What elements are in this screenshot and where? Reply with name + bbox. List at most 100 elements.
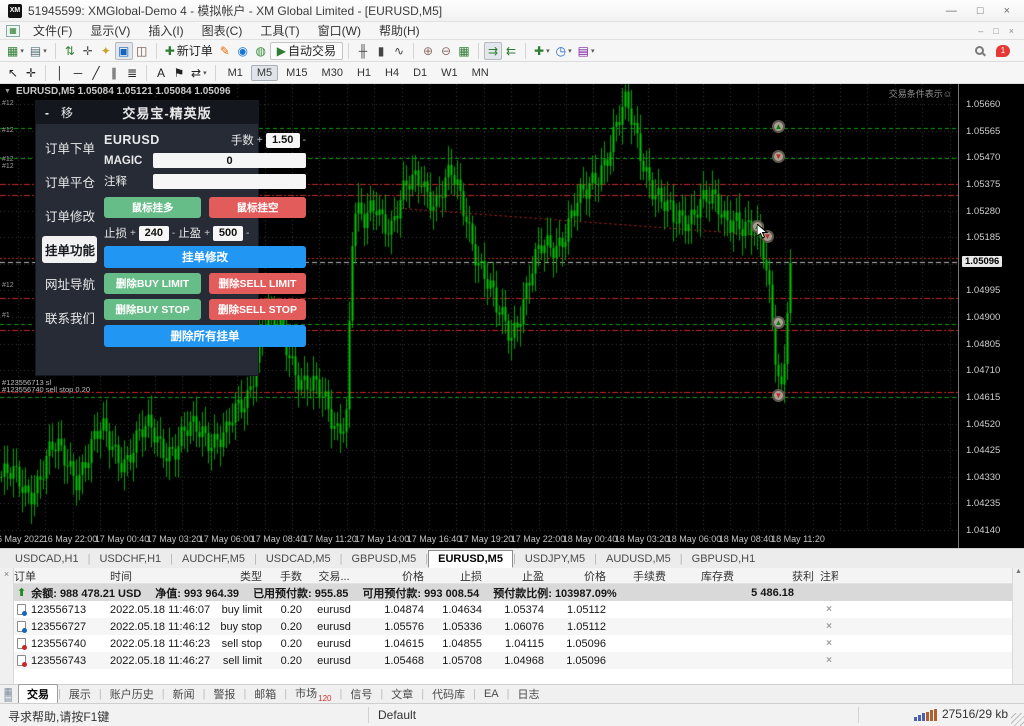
autotrading-button[interactable]: ▶自动交易 [270,42,343,60]
terminal-tab-10[interactable]: EA [476,687,507,701]
auto-scroll-button[interactable]: ⇉ [484,42,502,60]
terminal-tab-1[interactable]: 展示 [61,685,99,703]
panel-move-button[interactable]: 移 [61,104,73,121]
arrows-button[interactable]: ⇄▾ [188,64,210,82]
indicators-button[interactable]: ✚▾ [531,42,553,60]
close-order-button[interactable]: × [820,621,838,632]
terminal-tab-11[interactable]: 日志 [510,685,548,703]
maximize-button[interactable]: □ [977,5,984,17]
comment-input[interactable] [153,174,306,189]
child-restore-button[interactable]: □ [993,26,998,36]
menu-window[interactable]: 窗口(W) [309,23,370,39]
timeframe-h1[interactable]: H1 [351,65,377,81]
mouse-sell-pending-button[interactable]: 鼠标挂空 [209,197,306,218]
chart-tab-gbpusd-m5[interactable]: GBPUSD,M5 [343,551,426,567]
panel-menu-item-3[interactable]: 挂单功能 [42,236,97,263]
chart-tab-eurusd-m5[interactable]: EURUSD,M5 [428,550,513,568]
minimize-button[interactable]: — [946,5,957,17]
chart-tab-audusd-m5[interactable]: AUDUSD,M5 [597,551,680,567]
vertical-line-button[interactable]: │ [51,64,69,82]
trendline-button[interactable]: ╱ [87,64,105,82]
column-header-10[interactable]: 库存费 [672,568,740,584]
panel-menu-item-4[interactable]: 网址导航 [42,270,97,297]
close-order-button[interactable]: × [820,655,838,666]
strategy-tester-button[interactable]: ◫ [133,42,151,60]
delete-sell-limit-button[interactable]: 删除SELL LIMIT [209,273,306,294]
delete-buy-limit-button[interactable]: 删除BUY LIMIT [104,273,201,294]
sl-plus-button[interactable]: + [130,228,136,239]
status-template[interactable]: Default [378,708,416,722]
resize-grip[interactable] [1011,713,1024,726]
column-header-3[interactable]: 手数 [268,568,308,584]
column-header-4[interactable]: 交易... [308,568,366,584]
order-row-123556713[interactable]: 1235567132022.05.18 11:46:07buy limit0.2… [14,601,1012,618]
terminal-tab-5[interactable]: 邮箱 [246,685,284,703]
delete-all-pending-button[interactable]: 删除所有挂单 [104,325,306,347]
bar-chart-button[interactable]: ╫ [354,42,372,60]
periods-button[interactable]: ◷▾ [553,42,575,60]
timeframe-m15[interactable]: M15 [280,65,313,81]
menu-tools[interactable]: 工具(T) [251,23,308,39]
zoom-in-button[interactable]: ⊕ [419,42,437,60]
column-header-2[interactable]: 类型 [214,568,268,584]
tp-input[interactable] [213,226,243,241]
menu-insert[interactable]: 插入(I) [139,23,192,39]
chart-tab-usdchf-h1[interactable]: USDCHF,H1 [90,551,170,567]
magic-input[interactable] [153,153,306,168]
tp-minus-button[interactable]: - [246,228,249,239]
profiles-button[interactable]: ▤▾ [27,42,50,60]
timeframe-h4[interactable]: H4 [379,65,405,81]
connectivity-button[interactable]: ◍ [252,42,270,60]
menu-file[interactable]: 文件(F) [24,23,81,39]
column-header-6[interactable]: 止损 [430,568,488,584]
chart-tab-gbpusd-h1[interactable]: GBPUSD,H1 [683,551,765,567]
sl-input[interactable] [139,226,169,241]
scroll-up-icon[interactable]: ▲ [1015,568,1022,575]
chart-tab-usdcad-m5[interactable]: USDCAD,M5 [257,551,340,567]
horizontal-line-button[interactable]: ─ [69,64,87,82]
text-button[interactable]: A [152,64,170,82]
templates-button[interactable]: ▤▾ [575,42,598,60]
crosshair-button[interactable]: ✛ [22,64,40,82]
order-row-123556727[interactable]: 1235567272022.05.18 11:46:12buy stop0.20… [14,618,1012,635]
delete-buy-stop-button[interactable]: 删除BUY STOP [104,299,201,320]
chart-area[interactable]: ▼ EURUSD,M5 1.05084 1.05121 1.05084 1.05… [0,84,1024,548]
market-watch-button[interactable]: ⇅ [61,42,79,60]
chart-tab-usdcad-h1[interactable]: USDCAD,H1 [6,551,88,567]
terminal-tab-0[interactable]: 交易 [18,684,58,704]
tile-windows-button[interactable]: ▦ [455,42,473,60]
terminal-tab-7[interactable]: 信号 [342,685,380,703]
panel-menu-item-2[interactable]: 订单修改 [42,202,97,229]
label-button[interactable]: ⚑ [170,64,188,82]
close-order-button[interactable]: × [820,638,838,649]
timeframe-d1[interactable]: D1 [407,65,433,81]
terminal-scrollbar[interactable]: ▲ [1012,568,1024,684]
modify-pending-button[interactable]: 挂单修改 [104,246,306,268]
new-order-button[interactable]: ✚新订单 [162,42,216,60]
sl-minus-button[interactable]: - [172,228,175,239]
child-minimize-button[interactable]: – [978,26,983,36]
column-header-12[interactable]: 注释 [820,568,838,584]
panel-menu-item-1[interactable]: 订单平仓 [42,168,97,195]
chart-tab-audchf-m5[interactable]: AUDCHF,M5 [173,551,254,567]
lots-input[interactable] [266,133,300,148]
search-icon[interactable] [975,46,984,55]
cursor-button[interactable]: ↖ [4,64,22,82]
trade-panel-header[interactable]: - 移 交易宝-精英版 [36,101,258,124]
timeframe-m30[interactable]: M30 [316,65,349,81]
candlestick-button[interactable]: ▮ [372,42,390,60]
data-window-button[interactable]: ✛ [79,42,97,60]
column-header-11[interactable]: 获利 [740,568,820,584]
terminal-tab-6[interactable]: 市场120 [287,684,339,703]
close-order-button[interactable]: × [820,604,838,615]
terminal-button[interactable]: ▣ [115,42,133,60]
tp-plus-button[interactable]: + [204,228,210,239]
notifications-icon[interactable]: 1 [996,45,1010,57]
channel-button[interactable]: ∥ [105,64,123,82]
chart-tab-usdjpy-m5[interactable]: USDJPY,M5 [516,551,594,567]
navigator-button[interactable]: ✦ [97,42,115,60]
order-row-123556743[interactable]: 1235567432022.05.18 11:46:27sell limit0.… [14,652,1012,669]
column-header-0[interactable]: 订单 [14,568,110,584]
panel-minimize-button[interactable]: - [45,106,49,120]
panel-menu-item-5[interactable]: 联系我们 [42,304,97,331]
